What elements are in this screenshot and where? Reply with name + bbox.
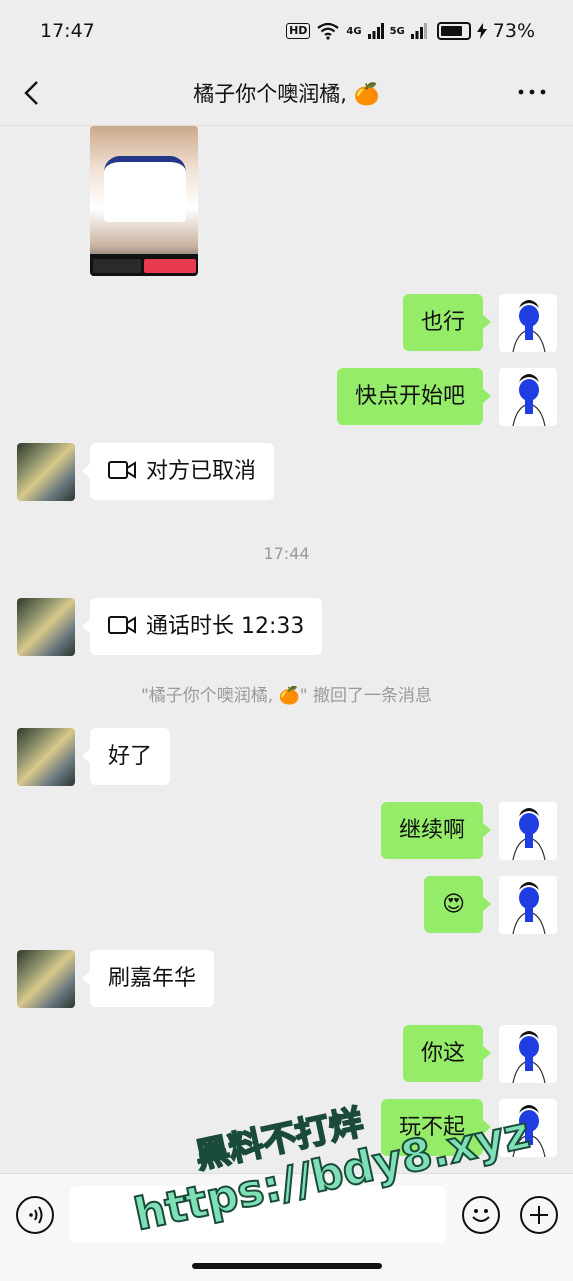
call-duration-text: 通话时长 12:33: [146, 614, 305, 639]
message-input[interactable]: [70, 1186, 446, 1243]
incoming-call-message[interactable]: 对方已取消: [81, 443, 275, 500]
outgoing-emoji-message[interactable]: 😍: [424, 876, 491, 933]
charging-icon: [476, 23, 487, 39]
contact-avatar[interactable]: [17, 950, 75, 1008]
home-indicator: [192, 1263, 382, 1269]
outgoing-message[interactable]: 也行: [402, 294, 492, 351]
incoming-message[interactable]: 好了: [81, 728, 171, 785]
image-button-dark: [93, 259, 141, 273]
outgoing-message[interactable]: 玩不起: [380, 1099, 492, 1156]
recall-notice: "橘子你个噢润橘, 🍊" 撤回了一条消息: [140, 686, 433, 706]
image-message[interactable]: [90, 126, 198, 276]
smiley-icon: [472, 1209, 490, 1222]
battery-percent: 73%: [492, 20, 535, 42]
status-bar: 17:47 HD 4G 5G 73%: [0, 0, 573, 64]
image-button-red: [144, 259, 196, 273]
contact-avatar[interactable]: [17, 443, 75, 501]
voice-input-icon[interactable]: [16, 1196, 54, 1234]
wifi-icon: [317, 22, 340, 40]
avatar-figure-icon: [512, 374, 546, 426]
outgoing-message[interactable]: 继续啊: [380, 802, 492, 859]
outgoing-message[interactable]: 快点开始吧: [336, 368, 492, 425]
avatar-figure-icon: [512, 1105, 546, 1157]
add-icon: [530, 1206, 548, 1224]
outgoing-message[interactable]: 你这: [402, 1025, 492, 1082]
self-avatar[interactable]: [499, 802, 557, 860]
incoming-message[interactable]: 刷嘉年华: [81, 950, 215, 1007]
incoming-call-message[interactable]: 通话时长 12:33: [81, 598, 323, 655]
network-5g-label: 5G: [389, 25, 405, 37]
call-status-text: 对方已取消: [146, 459, 257, 484]
self-avatar[interactable]: [499, 1099, 557, 1157]
self-avatar[interactable]: [499, 876, 557, 934]
plus-icon[interactable]: [520, 1196, 558, 1234]
emoji-button-icon[interactable]: [462, 1196, 500, 1234]
voice-wave-icon: [29, 1206, 43, 1224]
battery-icon: [436, 22, 471, 40]
timestamp: 17:44: [263, 544, 310, 563]
image-figure: [104, 156, 186, 222]
contact-avatar[interactable]: [17, 728, 75, 786]
chat-header: 橘子你个噢润橘, 🍊: [0, 64, 573, 126]
avatar-figure-icon: [512, 1031, 546, 1083]
hd-icon: HD: [286, 23, 311, 39]
self-avatar[interactable]: [499, 294, 557, 352]
avatar-figure-icon: [512, 300, 546, 352]
chat-title: 橘子你个噢润橘, 🍊: [193, 82, 380, 106]
network-4g-label: 4G: [346, 25, 362, 37]
status-icons: HD 4G 5G 73%: [286, 20, 535, 42]
video-call-icon: [108, 616, 136, 634]
avatar-figure-icon: [512, 882, 546, 934]
self-avatar[interactable]: [499, 1025, 557, 1083]
more-options-icon[interactable]: [517, 80, 547, 104]
video-call-icon: [108, 461, 136, 479]
signal-icon: [367, 23, 384, 39]
status-time: 17:47: [40, 20, 95, 42]
self-avatar[interactable]: [499, 368, 557, 426]
signal-icon-2: [410, 23, 427, 39]
contact-avatar[interactable]: [17, 598, 75, 656]
avatar-figure-icon: [512, 808, 546, 860]
